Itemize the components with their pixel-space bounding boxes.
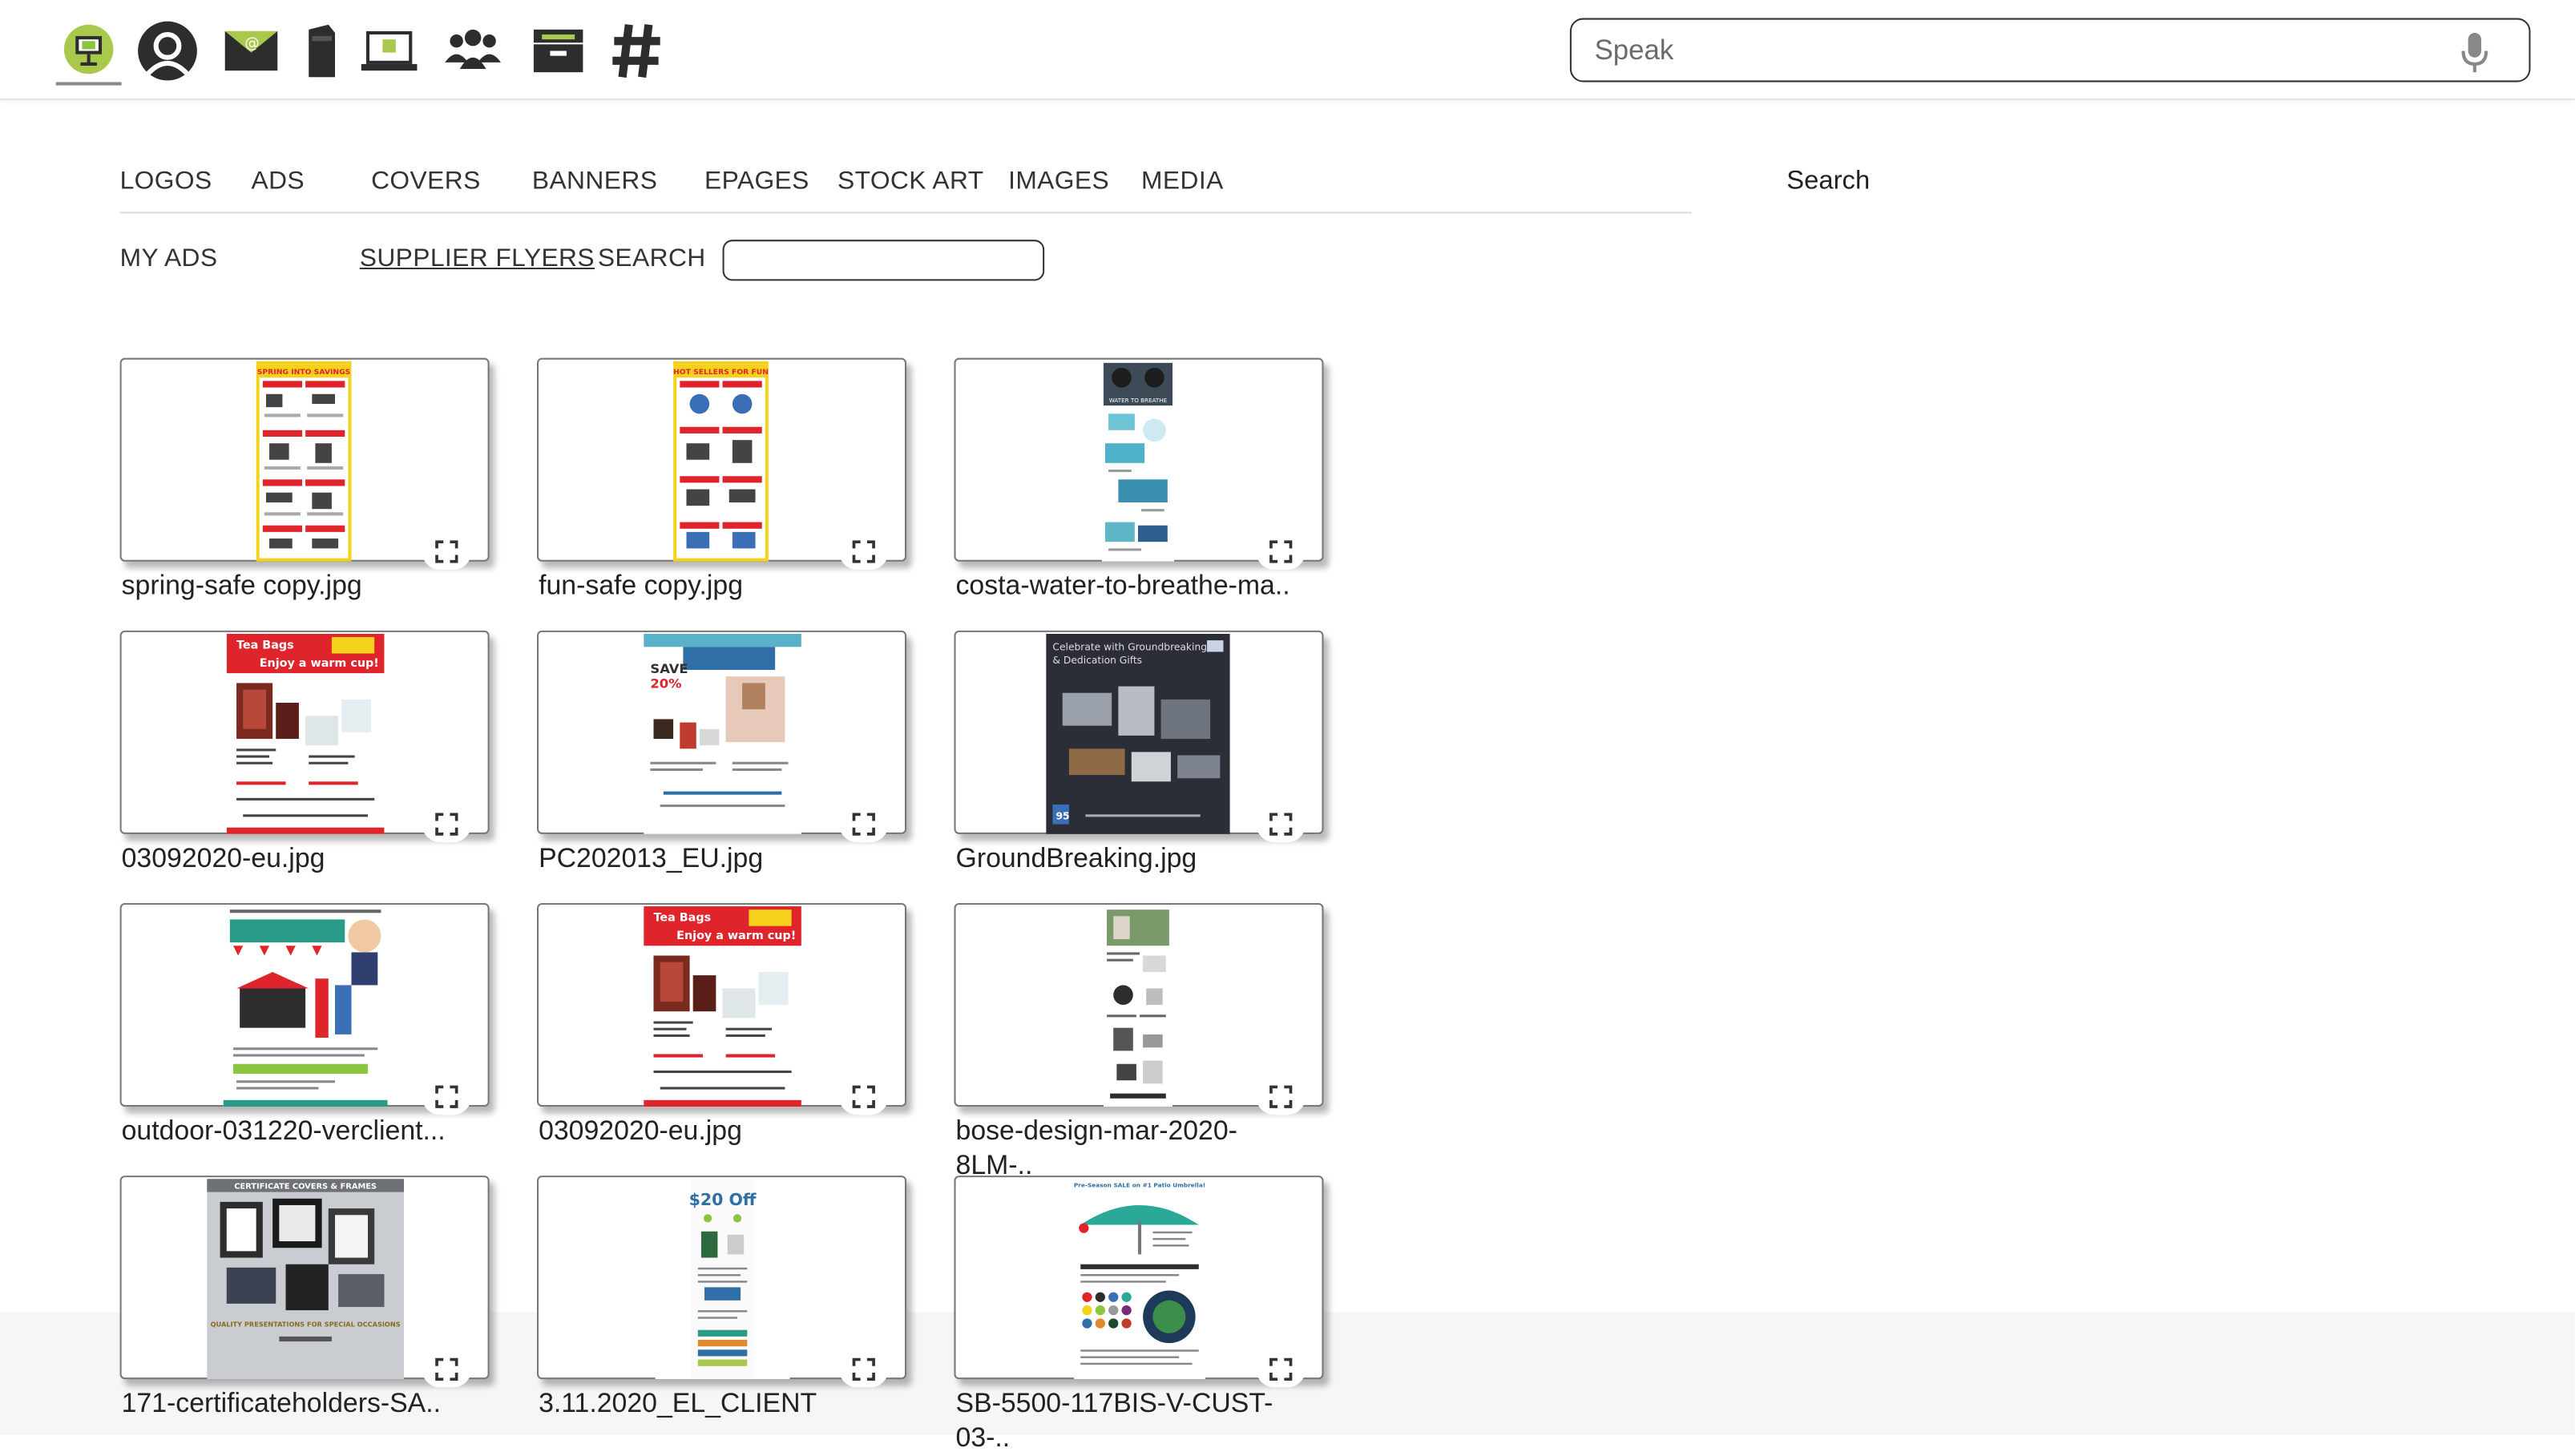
hashtag-icon[interactable] <box>604 16 670 85</box>
expand-icon[interactable] <box>422 1351 472 1388</box>
svg-text:20%: 20% <box>650 676 681 692</box>
file-name: bose-design-mar-2020-8LM-.. <box>955 1116 1237 1181</box>
svg-text:Tea Bags: Tea Bags <box>236 639 294 651</box>
flyer-card[interactable] <box>954 902 1324 1115</box>
flyer-card[interactable]: Tea Bags Enjoy a warm cup! <box>537 902 907 1115</box>
svg-text:HOT SELLERS FOR FUN: HOT SELLERS FOR FUN <box>673 368 769 377</box>
flyer-thumbnail: SAVE 20% <box>644 633 801 834</box>
archive-icon[interactable] <box>526 16 591 85</box>
file-name: fun-safe copy.jpg <box>539 571 744 601</box>
expand-icon[interactable] <box>839 533 889 571</box>
flyer-card[interactable]: HOT SELLERS FOR FUN <box>537 357 907 571</box>
flyer-thumbnail: $20 Off <box>655 1179 790 1380</box>
flyer-thumbnail: Tea Bags Enjoy a warm cup! <box>644 906 801 1107</box>
expand-icon[interactable] <box>1256 806 1306 843</box>
svg-text:95: 95 <box>1056 810 1070 821</box>
flyer-card[interactable] <box>119 902 490 1115</box>
tab-media[interactable]: MEDIA <box>1141 167 1224 197</box>
laptop-icon[interactable] <box>357 16 422 85</box>
tab-logos[interactable]: LOGOS <box>120 167 212 197</box>
file-name: 03092020-eu.jpg <box>539 1116 742 1147</box>
tab-banners[interactable]: BANNERS <box>532 167 657 197</box>
expand-icon[interactable] <box>422 806 472 843</box>
team-icon[interactable] <box>440 16 506 85</box>
svg-text:SPRING INTO SAVINGS: SPRING INTO SAVINGS <box>257 368 351 377</box>
svg-text:@: @ <box>244 34 259 51</box>
svg-text:$20 Off: $20 Off <box>689 1190 757 1209</box>
svg-text:& Dedication Gifts: & Dedication Gifts <box>1052 655 1142 666</box>
tab-covers[interactable]: COVERS <box>371 167 481 197</box>
tab-stock-art[interactable]: STOCK ART <box>837 167 984 197</box>
flyer-thumbnail: CERTIFICATE COVERS & FRAMES QUALITY PRES… <box>207 1179 405 1380</box>
file-name: PC202013_EU.jpg <box>539 844 764 874</box>
expand-icon[interactable] <box>422 1079 472 1115</box>
category-tabs: LOGOS ADS COVERS BANNERS EPAGES STOCK AR… <box>119 163 1692 214</box>
speak-input[interactable] <box>1594 29 2416 73</box>
svg-text:SAVE: SAVE <box>650 661 688 676</box>
file-name: costa-water-to-breathe-ma.. <box>955 571 1290 601</box>
svg-text:Enjoy a warm cup!: Enjoy a warm cup! <box>260 657 379 670</box>
microphone-icon[interactable] <box>2458 31 2491 74</box>
flyer-card[interactable]: Pre-Season SALE on #1 Patio Umbrella! <box>954 1176 1324 1388</box>
expand-icon[interactable] <box>839 1351 889 1388</box>
expand-icon[interactable] <box>1256 533 1306 571</box>
flyer-card[interactable]: SAVE 20% <box>537 630 907 843</box>
top-bar: @ <box>0 0 2575 100</box>
flyer-thumbnail: Tea Bags Enjoy a warm cup! <box>226 633 385 834</box>
flyer-thumbnail <box>223 906 388 1107</box>
supplier-flyers-tab[interactable]: SUPPLIER FLYERS <box>360 244 595 274</box>
user-profile-icon[interactable] <box>135 16 200 85</box>
expand-icon[interactable] <box>839 806 889 843</box>
tab-epages[interactable]: EPAGES <box>704 167 809 197</box>
svg-text:Celebrate with Groundbreaking: Celebrate with Groundbreaking <box>1052 641 1207 652</box>
expand-icon[interactable] <box>1256 1079 1306 1115</box>
file-name: outdoor-031220-verclient... <box>121 1116 446 1147</box>
svg-text:WATER TO BREATHE: WATER TO BREATHE <box>1109 397 1168 404</box>
expand-icon[interactable] <box>422 533 472 571</box>
tab-ads[interactable]: ADS <box>251 167 305 197</box>
flyer-thumbnail: WATER TO BREATHE <box>1101 361 1175 562</box>
my-ads-tab[interactable]: MY ADS <box>120 244 218 274</box>
file-name: 171-certificateholders-SA.. <box>121 1389 442 1419</box>
file-name: 03092020-eu.jpg <box>121 844 325 874</box>
tab-images[interactable]: IMAGES <box>1008 167 1109 197</box>
expand-icon[interactable] <box>1256 1351 1306 1388</box>
svg-text:Pre-Season SALE on #1 Patio Um: Pre-Season SALE on #1 Patio Umbrella! <box>1074 1181 1205 1188</box>
flyer-card[interactable]: $20 Off <box>537 1176 907 1388</box>
flyer-thumbnail <box>1103 906 1172 1107</box>
svg-text:CERTIFICATE COVERS & FRAMES: CERTIFICATE COVERS & FRAMES <box>234 1182 377 1191</box>
speak-search-bar[interactable] <box>1569 18 2531 83</box>
search-label: SEARCH <box>597 244 706 273</box>
expand-icon[interactable] <box>839 1079 889 1115</box>
svg-text:QUALITY PRESENTATIONS FOR SPEC: QUALITY PRESENTATIONS FOR SPECIAL OCCASI… <box>211 1321 401 1329</box>
presentation-icon[interactable] <box>55 16 122 86</box>
file-name: GroundBreaking.jpg <box>955 844 1197 874</box>
file-name: spring-safe copy.jpg <box>121 571 362 601</box>
flyer-thumbnail: Celebrate with Groundbreaking & Dedicati… <box>1046 633 1230 834</box>
flyer-thumbnail: HOT SELLERS FOR FUN <box>673 361 769 562</box>
flyer-card[interactable]: WATER TO BREATHE <box>954 357 1324 571</box>
file-name: 3.11.2020_EL_CLIENT <box>539 1389 817 1419</box>
flyer-card[interactable]: SPRING INTO SAVINGS <box>119 357 490 571</box>
file-name: SB-5500-117BIS-V-CUST-03-.. <box>955 1389 1273 1454</box>
flyer-card[interactable]: Celebrate with Groundbreaking & Dedicati… <box>954 630 1324 843</box>
flyer-thumbnail: Pre-Season SALE on #1 Patio Umbrella! <box>1074 1179 1205 1380</box>
search-link[interactable]: Search <box>1786 167 1870 197</box>
flyer-search-input[interactable] <box>722 240 1045 281</box>
svg-text:Tea Bags: Tea Bags <box>654 911 712 924</box>
email-icon[interactable]: @ <box>219 16 285 85</box>
flyer-card[interactable]: CERTIFICATE COVERS & FRAMES QUALITY PRES… <box>119 1176 490 1388</box>
svg-text:Enjoy a warm cup!: Enjoy a warm cup! <box>676 930 796 942</box>
flyer-card[interactable]: Tea Bags Enjoy a warm cup! <box>119 630 490 843</box>
flyer-thumbnail: SPRING INTO SAVINGS <box>256 361 352 562</box>
document-icon[interactable] <box>289 16 355 85</box>
